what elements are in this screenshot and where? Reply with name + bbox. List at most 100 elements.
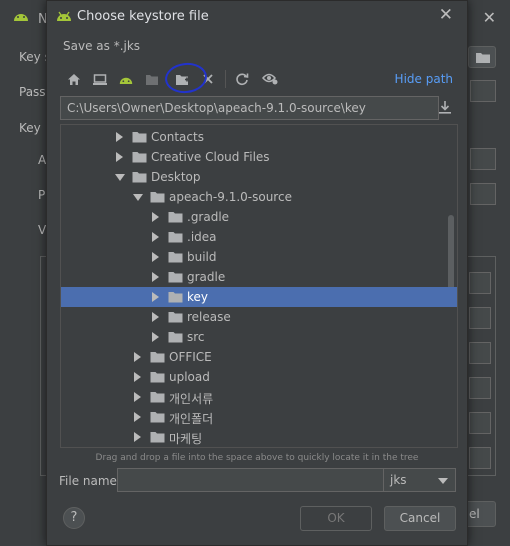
hide-path-link[interactable]: Hide path: [395, 72, 453, 86]
tree-row[interactable]: release: [61, 307, 457, 327]
tree-item-label: build: [187, 250, 217, 264]
chevron-right-icon[interactable]: [116, 132, 123, 142]
show-hidden-icon[interactable]: [259, 67, 281, 91]
chevron-right-icon[interactable]: [134, 412, 141, 422]
tree-item-label: 개인폴더: [169, 412, 214, 426]
folder-icon: [150, 192, 165, 203]
tree-item-label: .idea: [187, 230, 217, 244]
tree-row[interactable]: .gradle: [61, 207, 457, 227]
folder-icon: [168, 212, 183, 223]
chevron-right-icon[interactable]: [152, 212, 159, 222]
drag-drop-hint: Drag and drop a file into the space abov…: [95, 453, 419, 463]
cert-field[interactable]: [469, 307, 491, 329]
chevron-right-icon[interactable]: [152, 252, 159, 262]
tree-row[interactable]: apeach-9.1.0-source: [61, 187, 457, 207]
refresh-icon[interactable]: [231, 67, 253, 91]
chevron-right-icon[interactable]: [134, 392, 141, 402]
tree-row[interactable]: upload: [61, 367, 457, 387]
tree-item-label: Creative Cloud Files: [151, 150, 270, 164]
tree-row[interactable]: .idea: [61, 227, 457, 247]
help-button[interactable]: ?: [63, 507, 85, 529]
tree-item-label: upload: [169, 370, 210, 384]
cert-field[interactable]: [469, 272, 491, 294]
android-icon[interactable]: [115, 67, 137, 91]
folder-icon: [150, 432, 165, 443]
tree-item-label: gradle: [187, 270, 226, 284]
chevron-right-icon[interactable]: [152, 232, 159, 242]
tree-item-label: key: [187, 290, 209, 304]
chevron-right-icon[interactable]: [116, 152, 123, 162]
android-icon: [14, 14, 28, 21]
path-field[interactable]: C:\Users\Owner\Desktop\apeach-9.1.0-sour…: [60, 96, 439, 120]
tree-row[interactable]: 개인서류: [61, 387, 457, 407]
tree-row[interactable]: key: [61, 287, 457, 307]
download-icon[interactable]: [437, 99, 455, 117]
dialog-subtitle: Save as *.jks: [63, 39, 141, 53]
key-password-label: P: [38, 188, 46, 202]
tree-row[interactable]: 마케팅: [61, 427, 457, 447]
folder-icon: [168, 252, 183, 263]
file-tree[interactable]: Contacts Creative Cloud Files Desktop apeac…: [60, 124, 458, 448]
close-icon[interactable]: ✕: [439, 5, 453, 25]
chevron-right-icon[interactable]: [152, 332, 159, 342]
chevron-right-icon[interactable]: [152, 312, 159, 322]
chevron-down-icon[interactable]: [133, 194, 143, 201]
key-password-field[interactable]: [470, 183, 496, 205]
chevron-down-icon[interactable]: [115, 174, 125, 181]
tree-row[interactable]: 개인폴더: [61, 407, 457, 427]
key-label: Key: [19, 121, 41, 135]
tree-item-label: release: [187, 310, 231, 324]
cert-field[interactable]: [469, 377, 491, 399]
folder-icon: [150, 392, 165, 403]
cancel-button[interactable]: Cancel: [384, 506, 456, 531]
extension-select[interactable]: jks: [383, 468, 456, 492]
extension-value: jks: [390, 473, 407, 487]
folder-icon: [132, 152, 147, 163]
tree-row[interactable]: gradle: [61, 267, 457, 287]
close-icon[interactable]: ✕: [483, 8, 496, 27]
browse-folder-button[interactable]: [468, 46, 496, 68]
tree-row[interactable]: Creative Cloud Files: [61, 147, 457, 167]
file-name-label: File name:: [59, 474, 121, 488]
cert-field[interactable]: [469, 412, 491, 434]
folder-icon: [168, 332, 183, 343]
folder-icon: [150, 352, 165, 363]
file-name-input[interactable]: [117, 468, 423, 492]
chevron-right-icon[interactable]: [152, 272, 159, 282]
tree-row[interactable]: src: [61, 327, 457, 347]
folder-icon: [168, 272, 183, 283]
tree-row[interactable]: Desktop: [61, 167, 457, 187]
tree-item-label: apeach-9.1.0-source: [169, 190, 292, 204]
alias-label: A: [38, 153, 47, 167]
tree-row[interactable]: OFFICE: [61, 347, 457, 367]
android-icon: [57, 11, 71, 21]
chevron-right-icon[interactable]: [152, 292, 159, 302]
alias-field[interactable]: [470, 148, 496, 170]
tree-row[interactable]: Contacts: [61, 127, 457, 147]
folder-icon: [168, 312, 183, 323]
tree-row[interactable]: build: [61, 247, 457, 267]
tree-item-label: Contacts: [151, 130, 204, 144]
cert-field[interactable]: [469, 342, 491, 364]
module-icon[interactable]: [141, 67, 163, 91]
cert-field[interactable]: [469, 447, 491, 469]
folder-icon: [150, 412, 165, 423]
desktop-icon[interactable]: [89, 67, 111, 91]
folder-icon: [132, 172, 147, 183]
file-toolbar: Hide path: [61, 67, 461, 91]
tree-item-label: OFFICE: [169, 350, 212, 364]
folder-icon: [168, 292, 183, 303]
chevron-right-icon[interactable]: [134, 432, 141, 442]
home-icon[interactable]: [63, 67, 85, 91]
tree-item-label: src: [187, 330, 205, 344]
ok-button[interactable]: OK: [300, 506, 372, 531]
tree-item-label: 개인서류: [169, 392, 214, 406]
password-field[interactable]: [470, 80, 496, 102]
chevron-right-icon[interactable]: [134, 352, 141, 362]
chevron-down-icon: [438, 478, 448, 484]
tree-item-label: 마케팅: [169, 432, 203, 446]
chevron-right-icon[interactable]: [134, 372, 141, 382]
dialog-title: Choose keystore file: [77, 9, 209, 24]
tree-item-label: Desktop: [151, 170, 201, 184]
folder-icon: [150, 372, 165, 383]
